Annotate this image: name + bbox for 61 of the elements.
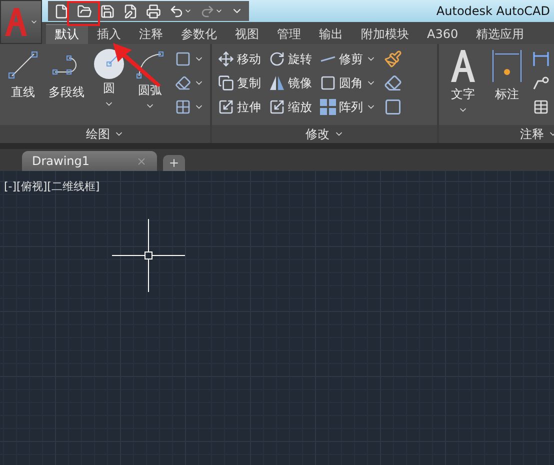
app-logo-icon	[4, 7, 28, 37]
save-as-icon	[123, 4, 138, 18]
letter-a-icon	[448, 48, 478, 84]
copy-icon	[218, 75, 234, 91]
table-icon	[533, 99, 549, 115]
undo-icon	[169, 4, 184, 18]
caret-icon	[30, 18, 38, 26]
window-title: Autodesk AutoCAD	[436, 4, 551, 18]
tool-button[interactable]: 圆	[90, 48, 127, 125]
print-icon	[146, 4, 161, 18]
tool-button[interactable]: 镜像	[267, 72, 314, 94]
tool-button[interactable]: 移动	[216, 48, 263, 70]
ribbon-tab[interactable]: A360	[418, 24, 468, 44]
tool-button[interactable]: 标注	[487, 48, 527, 125]
dimension-icon	[491, 48, 523, 84]
panel-title[interactable]: 注释	[439, 125, 554, 143]
linear-dimension-icon	[533, 52, 549, 66]
viewport-label: [-][俯视][二维线框]	[4, 179, 100, 194]
ribbon-tab[interactable]: 参数化	[172, 24, 226, 44]
folder-icon	[77, 4, 92, 18]
tool-button[interactable]: 缩放	[267, 96, 314, 118]
ribbon-tab[interactable]: 输出	[310, 24, 352, 44]
plus-icon	[168, 157, 180, 169]
ribbon-tab[interactable]: 插入	[88, 24, 130, 44]
ribbon-tab[interactable]: 注释	[130, 24, 172, 44]
caret-icon	[215, 7, 223, 15]
highlight-box	[67, 1, 100, 26]
ribbon-tab[interactable]: 默认	[46, 24, 88, 44]
panel-title[interactable]: 绘图	[0, 125, 210, 143]
move-icon	[218, 51, 234, 67]
save-icon	[100, 4, 115, 18]
rectangle-icon	[175, 51, 191, 67]
leader-icon	[533, 76, 549, 90]
ribbon-tab[interactable]: 视图	[226, 24, 268, 44]
tool-button[interactable]: 旋转	[267, 48, 314, 70]
tool-button[interactable]: 修剪	[318, 48, 378, 70]
array-icon	[320, 99, 336, 115]
close-icon	[136, 156, 147, 166]
panel-title[interactable]: 修改	[212, 125, 437, 143]
caret-icon	[184, 7, 192, 15]
tool-button[interactable]: 阵列	[318, 96, 378, 118]
scale-icon	[269, 99, 285, 115]
redo-icon	[200, 4, 215, 18]
new-file-icon	[54, 4, 69, 18]
ribbon-tab[interactable]: 附加模块	[352, 24, 418, 44]
stretch-icon	[218, 99, 234, 115]
document-tab[interactable]: Drawing1	[22, 151, 157, 171]
tool-button[interactable]: 拉伸	[216, 96, 263, 118]
mirror-icon	[269, 75, 285, 91]
tool-button[interactable]: 圆角	[318, 72, 378, 94]
tool-button[interactable]: 多段线	[46, 48, 87, 125]
tool-button[interactable]: 直线	[4, 48, 42, 125]
circle-icon	[92, 48, 125, 80]
trim-icon	[320, 56, 336, 62]
rotate-icon	[269, 51, 285, 67]
tool-button[interactable]: 复制	[216, 72, 263, 94]
tool-button[interactable]: 文字	[443, 48, 483, 125]
application-menu-button[interactable]	[0, 0, 42, 44]
new-tab-button[interactable]	[163, 155, 185, 171]
ribbon-tab[interactable]: 管理	[268, 24, 310, 44]
ribbon-tab[interactable]: 精选应用	[467, 24, 534, 44]
